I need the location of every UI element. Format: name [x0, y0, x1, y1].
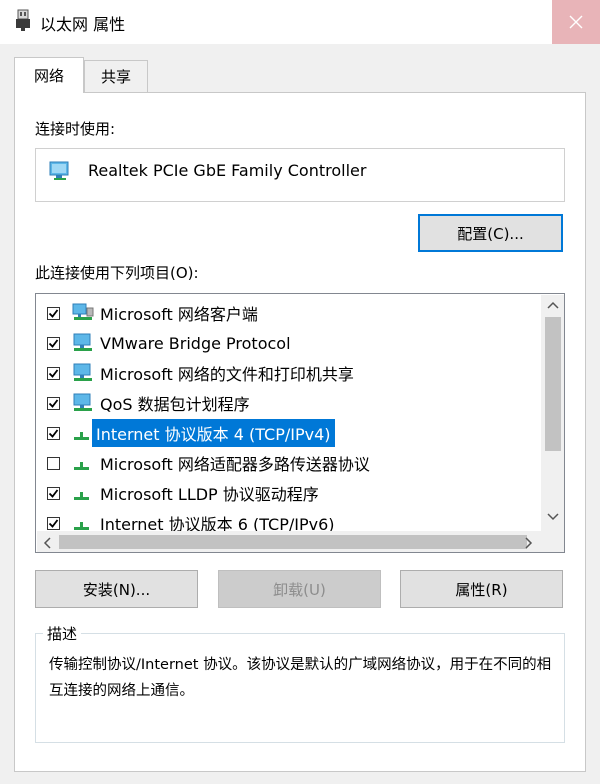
window-title: 以太网 属性: [40, 15, 126, 34]
items-label: 此连接使用下列项目(O):: [35, 264, 199, 282]
checkmark-icon: [48, 428, 59, 438]
list-item[interactable]: QoS 数据包计划程序: [36, 388, 541, 418]
install-button[interactable]: 安装(N)...: [35, 570, 198, 608]
list-item[interactable]: Microsoft 网络适配器多路传送器协议: [36, 448, 541, 478]
close-button[interactable]: [552, 0, 600, 44]
checkbox[interactable]: [47, 456, 60, 470]
scroll-thumb[interactable]: [59, 535, 527, 549]
checkbox[interactable]: [47, 486, 60, 500]
configure-button[interactable]: 配置(C)...: [418, 214, 563, 252]
vertical-scrollbar[interactable]: [541, 295, 564, 531]
chevron-up-icon[interactable]: [547, 301, 559, 309]
item-label: QoS 数据包计划程序: [100, 395, 250, 414]
item-label: Microsoft 网络适配器多路传送器协议: [100, 455, 370, 474]
network-service-icon: [73, 363, 92, 381]
horizontal-scrollbar[interactable]: [37, 531, 564, 552]
tab-sharing[interactable]: 共享: [84, 60, 148, 92]
checkbox[interactable]: [47, 396, 60, 410]
checkmark-icon: [48, 518, 59, 528]
item-label: Internet 协议版本 4 (TCP/IPv4): [92, 419, 335, 447]
network-service-icon: [73, 333, 92, 351]
chevron-left-icon[interactable]: [43, 537, 51, 549]
items-list[interactable]: Microsoft 网络客户端 VMware Bridge Protocol M…: [35, 293, 565, 553]
checkbox[interactable]: [47, 366, 60, 380]
checkmark-icon: [48, 368, 59, 378]
item-label: VMware Bridge Protocol: [100, 333, 291, 353]
list-item[interactable]: Microsoft 网络的文件和打印机共享: [36, 358, 541, 388]
adapter-box: Realtek PCIe GbE Family Controller: [35, 148, 565, 202]
item-label: Microsoft LLDP 协议驱动程序: [100, 485, 319, 504]
scroll-thumb[interactable]: [545, 317, 561, 451]
checkmark-icon: [48, 398, 59, 408]
checkbox[interactable]: [47, 516, 60, 530]
item-label: Microsoft 网络的文件和打印机共享: [100, 365, 354, 384]
chevron-right-icon[interactable]: [525, 537, 533, 549]
network-service-icon: [73, 393, 92, 411]
chevron-down-icon[interactable]: [547, 513, 559, 521]
list-item[interactable]: Microsoft LLDP 协议驱动程序: [36, 478, 541, 508]
checkmark-icon: [48, 308, 59, 318]
checkbox[interactable]: [47, 336, 60, 350]
checkmark-icon: [48, 488, 59, 498]
list-item[interactable]: VMware Bridge Protocol: [36, 328, 541, 358]
properties-button[interactable]: 属性(R): [400, 570, 563, 608]
list-item[interactable]: Microsoft 网络客户端: [36, 298, 541, 328]
checkbox[interactable]: [47, 306, 60, 320]
description-title: 描述: [43, 623, 82, 644]
network-client-icon: [72, 303, 94, 320]
protocol-icon: [74, 492, 89, 500]
list-item-selected[interactable]: Internet 协议版本 4 (TCP/IPv4): [36, 418, 541, 448]
protocol-icon: [74, 432, 89, 440]
close-x-icon: [569, 15, 583, 29]
network-adapter-icon: [16, 9, 30, 31]
protocol-icon: [74, 462, 89, 470]
tab-network[interactable]: 网络: [14, 57, 84, 93]
description-text: 传输控制协议/Internet 协议。该协议是默认的广域网络协议，用于在不同的相…: [49, 657, 552, 699]
uninstall-button[interactable]: 卸载(U): [218, 570, 381, 608]
network-adapter-icon: [49, 161, 69, 180]
checkbox[interactable]: [47, 426, 60, 440]
adapter-name: Realtek PCIe GbE Family Controller: [88, 161, 367, 180]
connect-using-label: 连接时使用:: [35, 120, 116, 138]
checkmark-icon: [48, 338, 59, 348]
protocol-icon: [74, 522, 89, 530]
item-label: Microsoft 网络客户端: [100, 305, 258, 324]
